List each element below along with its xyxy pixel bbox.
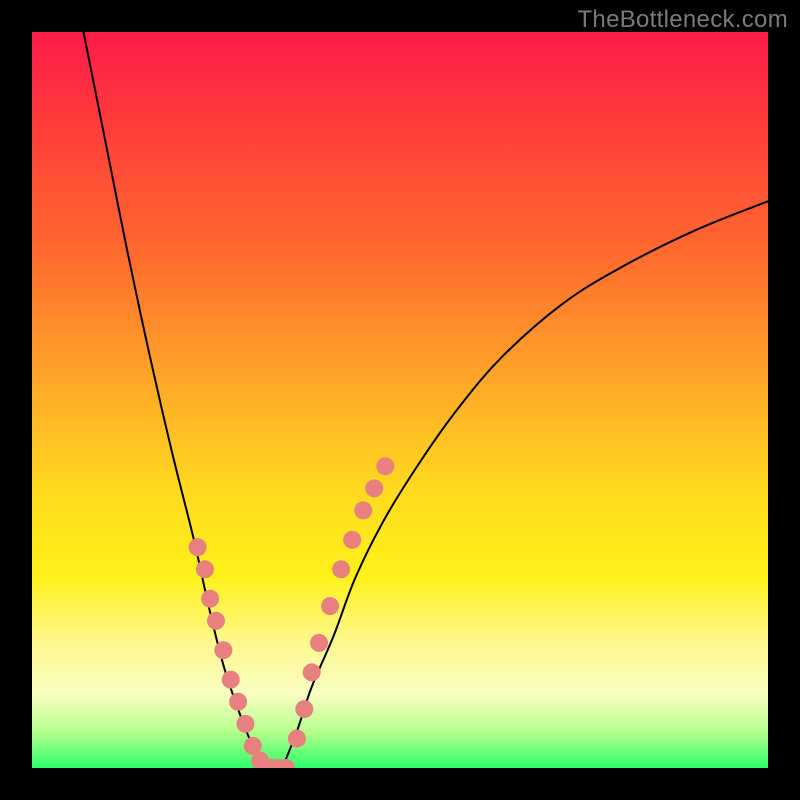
data-dot (214, 641, 232, 659)
chart-svg (32, 32, 768, 768)
watermark-text: TheBottleneck.com (577, 6, 788, 34)
chart-frame: TheBottleneck.com (0, 0, 800, 800)
data-dot (332, 560, 350, 578)
right-curve (282, 201, 768, 768)
data-dot (303, 663, 321, 681)
data-dot (354, 501, 372, 519)
data-dot (343, 531, 361, 549)
data-dot (196, 560, 214, 578)
data-dot (222, 671, 240, 689)
data-dot (376, 457, 394, 475)
plot-area (32, 32, 768, 768)
data-dot (321, 597, 339, 615)
data-dot (236, 715, 254, 733)
data-dot (288, 730, 306, 748)
data-dot (229, 693, 247, 711)
data-dot (201, 590, 219, 608)
data-dot (310, 634, 328, 652)
left-curve (84, 32, 268, 768)
data-dot (207, 612, 225, 630)
data-dot (189, 538, 207, 556)
data-dot (365, 479, 383, 497)
data-dot (295, 700, 313, 718)
